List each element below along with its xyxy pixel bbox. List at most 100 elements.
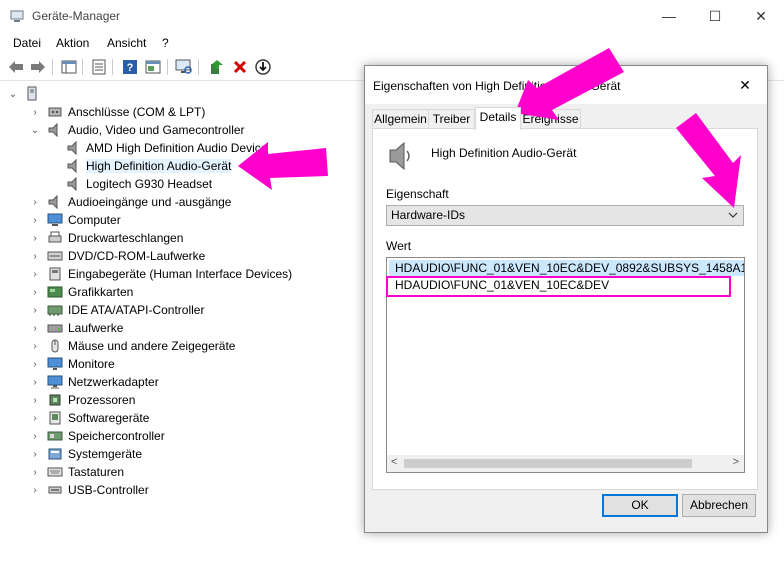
- tree-category-label: Monitore: [68, 357, 115, 371]
- expand-chevron-icon[interactable]: ›: [30, 467, 40, 478]
- expand-chevron-icon[interactable]: ›: [30, 413, 40, 424]
- hid-icon: [49, 267, 61, 281]
- menu-aktion[interactable]: Aktion: [56, 36, 89, 50]
- scrollbar-thumb[interactable]: [404, 459, 692, 468]
- tree-device-row[interactable]: High Definition Audio-Gerät: [66, 157, 232, 175]
- port-icon: [48, 107, 62, 117]
- uninstall-device-icon[interactable]: [231, 58, 249, 76]
- computer-icon: [47, 213, 63, 226]
- toolbar-separator: [112, 59, 113, 75]
- expand-chevron-icon[interactable]: ›: [30, 251, 40, 262]
- disable-device-icon[interactable]: [254, 58, 272, 76]
- tree-category-row[interactable]: › Eingabegeräte (Human Interface Devices): [30, 265, 292, 283]
- expand-chevron-icon[interactable]: ›: [30, 377, 40, 388]
- expand-chevron-icon[interactable]: ›: [30, 107, 40, 118]
- expand-chevron-icon[interactable]: ›: [30, 485, 40, 496]
- tree-root[interactable]: ⌄: [8, 85, 40, 103]
- expand-chevron-icon[interactable]: ›: [30, 305, 40, 316]
- property-dropdown[interactable]: Hardware-IDs: [386, 205, 744, 226]
- tree-category-label: Grafikkarten: [68, 285, 134, 299]
- update-driver-icon[interactable]: [208, 58, 226, 76]
- ok-button[interactable]: OK: [602, 494, 678, 517]
- expand-chevron-icon[interactable]: ›: [30, 197, 40, 208]
- dialog-title: Eigenschaften von High Definition Audio-…: [373, 79, 621, 93]
- controller-icon: [47, 305, 63, 316]
- tree-category-row[interactable]: › Monitore: [30, 355, 115, 373]
- menu-ansicht[interactable]: Ansicht: [107, 36, 146, 50]
- close-button[interactable]: ✕: [738, 0, 784, 32]
- tree-category-row[interactable]: › Druckwarteschlangen: [30, 229, 183, 247]
- tree-category-row[interactable]: › DVD/CD-ROM-Laufwerke: [30, 247, 205, 265]
- tree-category-row[interactable]: › Grafikkarten: [30, 283, 133, 301]
- expand-chevron-icon[interactable]: ›: [30, 395, 40, 406]
- collapse-chevron-icon[interactable]: ⌄: [30, 125, 40, 136]
- tree-category-label: Systemgeräte: [68, 447, 143, 461]
- tree-category-row[interactable]: ⌄ Audio, Video und Gamecontroller: [30, 121, 245, 139]
- scroll-left-icon[interactable]: <: [391, 456, 397, 468]
- action-pane-icon[interactable]: [144, 58, 162, 76]
- tree-device-label: High Definition Audio-Gerät: [86, 159, 232, 173]
- network-icon: [47, 375, 63, 389]
- tree-device-row[interactable]: Logitech G930 Headset: [66, 175, 212, 193]
- tree-category-label: Mäuse und andere Zeigegeräte: [68, 339, 236, 353]
- show-hide-console-tree-icon[interactable]: [60, 58, 78, 76]
- chevron-down-icon: [728, 212, 738, 218]
- tab-treiber[interactable]: Treiber: [428, 109, 475, 129]
- tree-category-row[interactable]: › Systemgeräte: [30, 445, 142, 463]
- tree-category-row[interactable]: › Laufwerke: [30, 319, 123, 337]
- tree-category-row[interactable]: › Audioeingänge und -ausgänge: [30, 193, 231, 211]
- tab-ereignisse[interactable]: Ereignisse: [520, 109, 581, 129]
- toolbar-separator: [167, 59, 168, 75]
- expand-chevron-icon[interactable]: ›: [30, 215, 40, 226]
- computer-root-icon: [27, 86, 37, 101]
- tree-category-row[interactable]: › Prozessoren: [30, 391, 135, 409]
- mouse-icon: [51, 339, 59, 353]
- maximize-button[interactable]: ☐: [692, 0, 738, 32]
- tab-allgemein[interactable]: Allgemein: [372, 109, 429, 129]
- tree-category-row[interactable]: › IDE ATA/ATAPI-Controller: [30, 301, 204, 319]
- tree-category-row[interactable]: › Speichercontroller: [30, 427, 165, 445]
- collapse-chevron-icon[interactable]: ⌄: [8, 89, 18, 100]
- expand-chevron-icon[interactable]: ›: [30, 449, 40, 460]
- tree-category-label: Tastaturen: [68, 465, 125, 479]
- expand-chevron-icon[interactable]: ›: [30, 323, 40, 334]
- properties-icon[interactable]: [90, 58, 108, 76]
- tree-category-row[interactable]: › Tastaturen: [30, 463, 124, 481]
- tree-category-row[interactable]: › Softwaregeräte: [30, 409, 149, 427]
- tree-category-row[interactable]: › Anschlüsse (COM & LPT): [30, 103, 205, 121]
- minimize-button[interactable]: —: [646, 0, 692, 32]
- toolbar-separator: [82, 59, 83, 75]
- monitor-icon: [47, 357, 63, 370]
- tree-category-row[interactable]: › USB-Controller: [30, 481, 148, 499]
- forward-arrow-icon[interactable]: [29, 58, 47, 76]
- menu-help[interactable]: ?: [162, 36, 169, 50]
- title-bar: Geräte-Manager — ☐ ✕: [0, 0, 784, 32]
- tree-category-label: Speichercontroller: [68, 429, 165, 443]
- horizontal-scrollbar[interactable]: < >: [387, 455, 744, 472]
- help-icon[interactable]: ?: [121, 58, 139, 76]
- disc-icon: [47, 251, 63, 261]
- expand-chevron-icon[interactable]: ›: [30, 287, 40, 298]
- annotation-highlight-box: [386, 276, 731, 297]
- dialog-close-button[interactable]: ✕: [723, 66, 767, 104]
- tab-details[interactable]: Details: [475, 107, 521, 130]
- tree-category-row[interactable]: › Computer: [30, 211, 120, 229]
- expand-chevron-icon[interactable]: ›: [30, 269, 40, 280]
- expand-chevron-icon[interactable]: ›: [30, 233, 40, 244]
- expand-chevron-icon[interactable]: ›: [30, 341, 40, 352]
- cancel-button[interactable]: Abbrechen: [682, 494, 756, 517]
- speaker-icon: [67, 158, 77, 174]
- back-arrow-icon[interactable]: [7, 58, 25, 76]
- cpu-icon: [49, 394, 61, 406]
- tree-category-row[interactable]: › Netzwerkadapter: [30, 373, 158, 391]
- expand-chevron-icon[interactable]: ›: [30, 359, 40, 370]
- list-item[interactable]: HDAUDIO\FUNC_01&VEN_10EC&DEV_0892&SUBSYS…: [389, 260, 744, 276]
- tree-category-label: Softwaregeräte: [68, 411, 150, 425]
- toolbar-separator: [52, 59, 53, 75]
- expand-chevron-icon[interactable]: ›: [30, 431, 40, 442]
- scan-hardware-icon[interactable]: [175, 58, 193, 76]
- menu-datei[interactable]: Datei: [13, 36, 41, 50]
- scroll-right-icon[interactable]: >: [733, 456, 739, 468]
- tree-device-row[interactable]: AMD High Definition Audio Device: [66, 139, 267, 157]
- tree-category-row[interactable]: › Mäuse und andere Zeigegeräte: [30, 337, 235, 355]
